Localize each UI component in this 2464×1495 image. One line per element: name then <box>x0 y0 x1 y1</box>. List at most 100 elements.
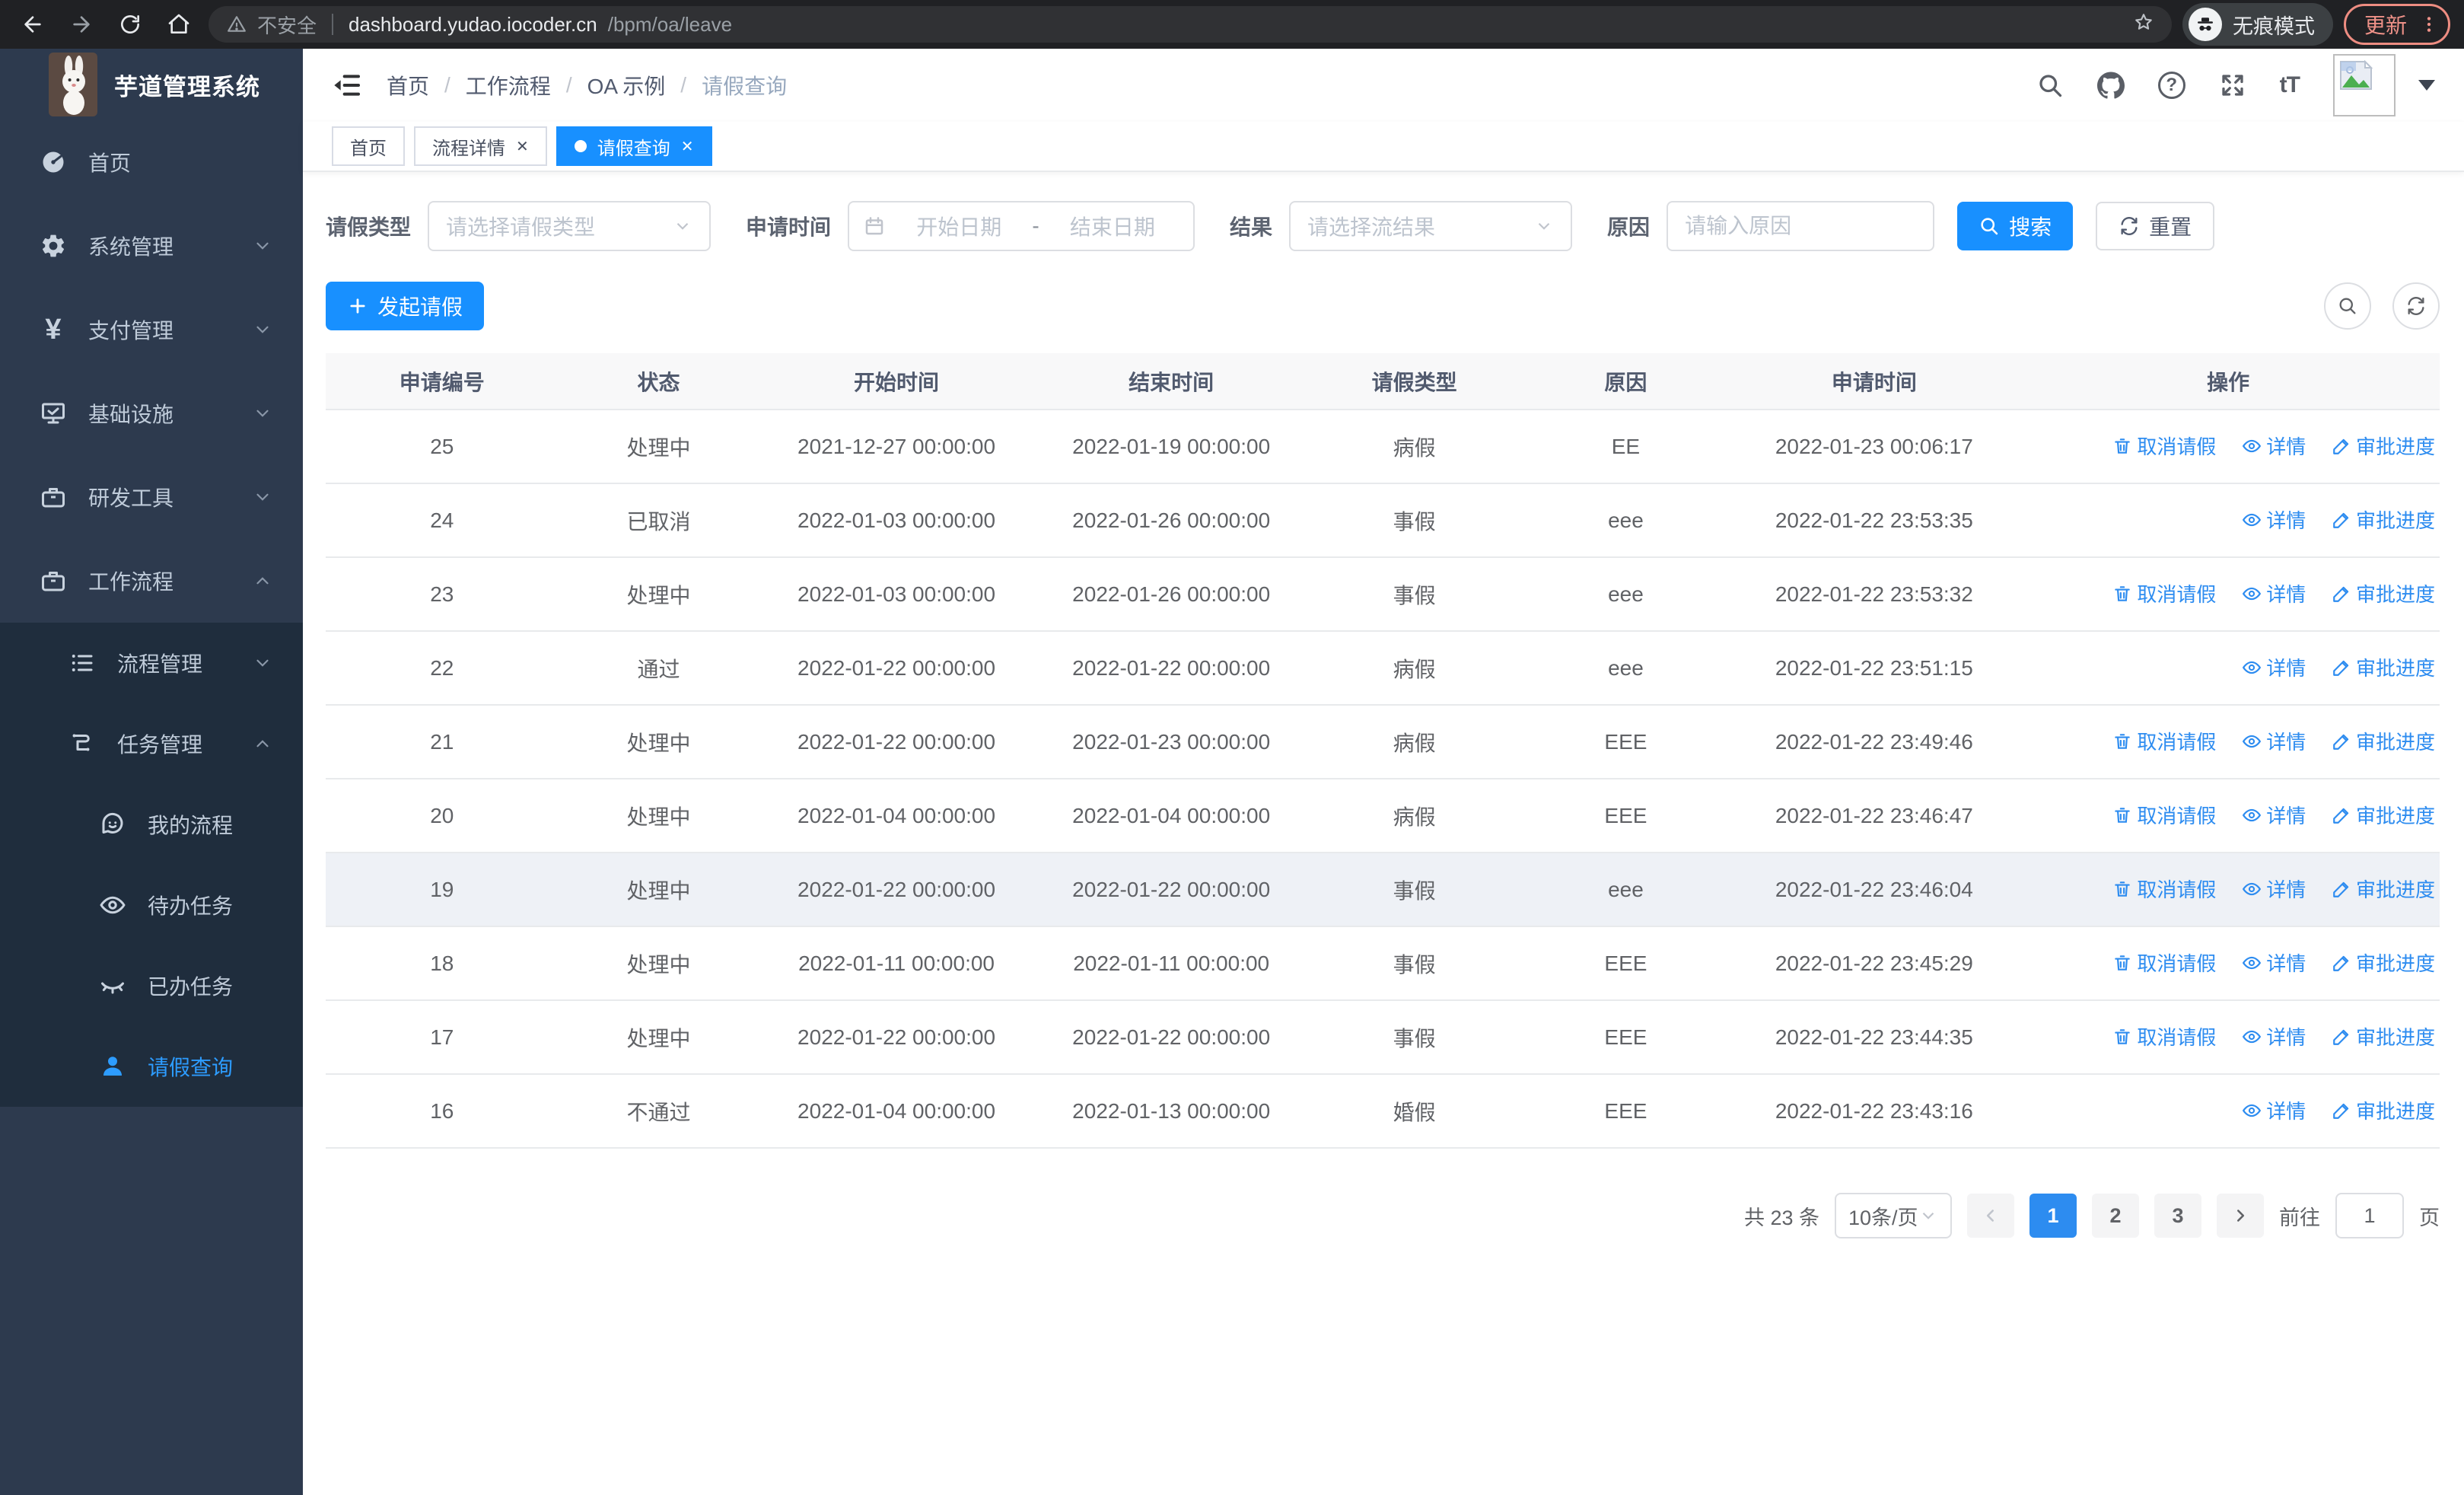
tab-process-detail[interactable]: 流程详情 <box>414 126 547 166</box>
cell-apply-time: 2022-01-22 23:43:16 <box>1731 1074 2017 1149</box>
approval-progress-link[interactable]: 审批进度 <box>2332 579 2435 607</box>
approval-progress-link[interactable]: 审批进度 <box>2332 948 2435 977</box>
cell-end: 2022-01-26 00:00:00 <box>1033 483 1309 558</box>
refresh-table-button[interactable] <box>2392 282 2440 330</box>
search-form: 请假类型 请选择请假类型 申请时间 开始日期 - 结束日期 结果 请选择流结果 … <box>326 201 2440 251</box>
detail-link[interactable]: 详情 <box>2242 505 2306 534</box>
avatar-menu-caret-icon[interactable] <box>2418 80 2435 91</box>
home-icon[interactable] <box>160 5 198 43</box>
cell-apply-time: 2022-01-22 23:53:32 <box>1731 557 2017 632</box>
detail-link[interactable]: 详情 <box>2242 727 2306 755</box>
sidebar-item-done-tasks[interactable]: 已办任务 <box>0 945 303 1026</box>
eye-icon <box>2243 882 2262 895</box>
avatar[interactable] <box>2333 54 2396 116</box>
app-header: 首页 / 工作流程 / OA 示例 / 请假查询 ? tT <box>303 49 2464 122</box>
breadcrumb-item[interactable]: 首页 <box>387 70 429 100</box>
sidebar-item-process-mgmt[interactable]: 流程管理 <box>0 623 303 703</box>
approval-progress-link[interactable]: 审批进度 <box>2332 653 2435 681</box>
address-bar[interactable]: 不安全 dashboard.yudao.iocoder.cn /bpm/oa/l… <box>209 6 2172 43</box>
detail-link[interactable]: 详情 <box>2242 1022 2306 1050</box>
leave-type-select[interactable]: 请选择请假类型 <box>428 201 712 251</box>
prev-page-button[interactable] <box>1967 1194 2014 1238</box>
detail-link[interactable]: 详情 <box>2242 801 2306 829</box>
search-icon[interactable] <box>2036 72 2064 99</box>
app-title: 芋道管理系统 <box>114 73 260 100</box>
close-icon[interactable] <box>516 135 529 157</box>
cancel-leave-link[interactable]: 取消请假 <box>2112 579 2216 607</box>
cell-type: 病假 <box>1308 410 1520 484</box>
cell-reason: EE <box>1520 410 1732 484</box>
sidebar-item-workflow[interactable]: 工作流程 <box>0 539 303 623</box>
col-end-time: 结束时间 <box>1033 353 1309 410</box>
approval-progress-link[interactable]: 审批进度 <box>2332 875 2435 903</box>
sidebar-item-system[interactable]: 系统管理 <box>0 204 303 288</box>
back-icon[interactable] <box>14 5 52 43</box>
reload-icon[interactable] <box>111 5 149 43</box>
sidebar-item-infrastructure[interactable]: 基础设施 <box>0 371 303 455</box>
leave-table: 申请编号 状态 开始时间 结束时间 请假类型 原因 申请时间 操作 25 处理中 <box>326 353 2440 1149</box>
cancel-leave-link[interactable]: 取消请假 <box>2112 1022 2216 1050</box>
detail-link[interactable]: 详情 <box>2242 875 2306 903</box>
cancel-leave-link[interactable]: 取消请假 <box>2112 801 2216 829</box>
refresh-icon <box>2408 297 2424 315</box>
cell-reason: EEE <box>1520 926 1732 1001</box>
toggle-search-button[interactable] <box>2324 282 2371 330</box>
update-button[interactable]: 更新 <box>2343 4 2450 45</box>
sidebar-item-my-process[interactable]: 我的流程 <box>0 784 303 865</box>
breadcrumb-item[interactable]: 工作流程 <box>466 70 551 100</box>
sidebar-item-leave-query[interactable]: 请假查询 <box>0 1026 303 1107</box>
cell-end: 2022-01-04 00:00:00 <box>1033 779 1309 853</box>
close-icon[interactable] <box>681 135 694 157</box>
sidebar-item-payment[interactable]: ¥ 支付管理 <box>0 288 303 371</box>
approval-progress-link[interactable]: 审批进度 <box>2332 505 2435 534</box>
detail-link[interactable]: 详情 <box>2242 653 2306 681</box>
page-size-select[interactable]: 10条/页 <box>1835 1193 1952 1238</box>
fullscreen-icon[interactable] <box>2219 72 2246 99</box>
apply-time-range-picker[interactable]: 开始日期 - 结束日期 <box>848 201 1195 251</box>
dashboard-icon <box>38 147 68 177</box>
reason-input[interactable] <box>1667 201 1935 251</box>
help-icon[interactable]: ? <box>2157 72 2185 99</box>
cancel-leave-link[interactable]: 取消请假 <box>2112 727 2216 755</box>
forward-icon[interactable] <box>62 5 100 43</box>
eye-open-icon <box>97 890 128 920</box>
sidebar-item-devtools[interactable]: 研发工具 <box>0 455 303 539</box>
search-button[interactable]: 搜索 <box>1957 202 2074 250</box>
approval-progress-link[interactable]: 审批进度 <box>2332 1022 2435 1050</box>
cancel-leave-link[interactable]: 取消请假 <box>2112 875 2216 903</box>
create-leave-button[interactable]: 发起请假 <box>326 282 485 330</box>
chevron-down-icon <box>253 320 272 339</box>
cell-id: 22 <box>326 631 559 706</box>
sidebar-item-task-mgmt[interactable]: 任务管理 <box>0 703 303 784</box>
sidebar-item-home[interactable]: 首页 <box>0 120 303 204</box>
reset-button[interactable]: 重置 <box>2096 202 2215 250</box>
cancel-leave-link[interactable]: 取消请假 <box>2112 432 2216 460</box>
cell-status: 处理中 <box>558 926 759 1001</box>
approval-progress-link[interactable]: 审批进度 <box>2332 727 2435 755</box>
tab-home[interactable]: 首页 <box>332 126 405 166</box>
github-icon[interactable] <box>2096 72 2125 99</box>
goto-page-input[interactable] <box>2335 1193 2404 1238</box>
result-select[interactable]: 请选择流结果 <box>1289 201 1573 251</box>
approval-progress-link[interactable]: 审批进度 <box>2332 801 2435 829</box>
tab-leave-query[interactable]: 请假查询 <box>556 126 712 166</box>
font-size-icon[interactable]: tT <box>2280 72 2300 98</box>
detail-link[interactable]: 详情 <box>2242 948 2306 977</box>
detail-link[interactable]: 详情 <box>2242 1096 2306 1124</box>
page-button-3[interactable]: 3 <box>2154 1194 2201 1238</box>
page-button-2[interactable]: 2 <box>2092 1194 2139 1238</box>
detail-link[interactable]: 详情 <box>2242 432 2306 460</box>
next-page-button[interactable] <box>2217 1194 2264 1238</box>
collapse-sidebar-icon[interactable] <box>332 70 362 100</box>
sidebar-item-todo-tasks[interactable]: 待办任务 <box>0 865 303 945</box>
detail-link[interactable]: 详情 <box>2242 579 2306 607</box>
bookmark-star-icon[interactable] <box>2134 12 2154 37</box>
approval-progress-link[interactable]: 审批进度 <box>2332 1096 2435 1124</box>
approval-progress-link[interactable]: 审批进度 <box>2332 432 2435 460</box>
cell-id: 16 <box>326 1074 559 1149</box>
sidebar-item-label: 工作流程 <box>88 570 174 594</box>
cancel-leave-link[interactable]: 取消请假 <box>2112 948 2216 977</box>
browser-menu-icon[interactable] <box>2419 14 2439 34</box>
breadcrumb-item[interactable]: OA 示例 <box>587 70 666 100</box>
page-button-1[interactable]: 1 <box>2029 1194 2077 1238</box>
